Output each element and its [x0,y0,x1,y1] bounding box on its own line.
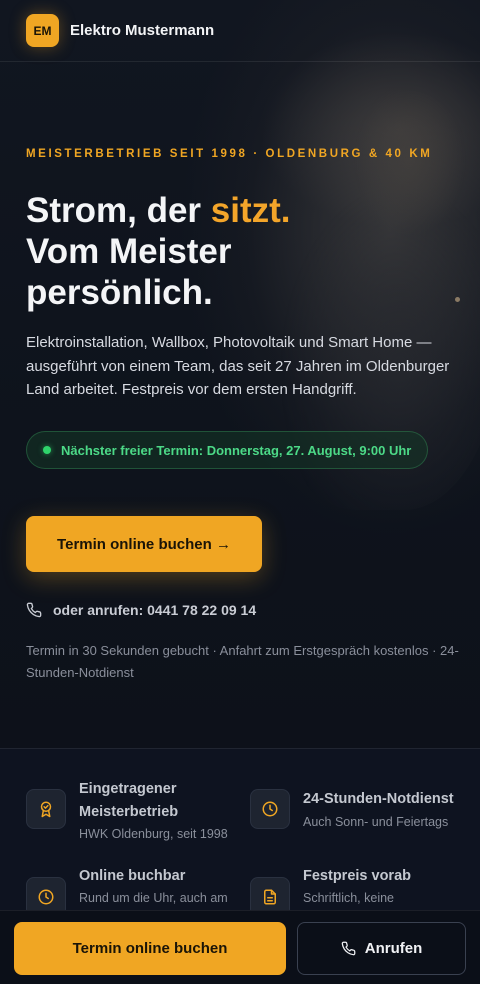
headline-accent: sitzt. [210,191,291,230]
feature-title: Online buchbar [79,868,186,884]
feature-subtitle: Auch Sonn- und Feiertags [303,815,449,829]
site-header: EM Elektro Mustermann [0,0,480,62]
headline-line3: persönlich. [26,273,213,312]
hero-eyebrow: MEISTERBETRIEB SEIT 1998 · OLDENBURG & 4… [26,148,433,160]
feature-icon-box [26,789,66,829]
feature-subtitle: Schriftlich, keine [303,891,395,905]
sticky-bottom-bar: Termin online buchen Anrufen [0,910,480,984]
clock-icon [262,801,278,817]
availability-badge: Nächster freier Termin: Donnerstag, 27. … [26,431,429,469]
feature-title: Festpreis vorab [303,868,411,884]
award-icon [40,801,52,818]
feature-icon-box [250,789,290,829]
brand-name[interactable]: Elektro Mustermann [70,22,214,39]
headline-part1: Strom, der [26,191,211,230]
book-appointment-button[interactable]: Termin online buchen → [26,516,262,572]
sticky-call-button[interactable]: Anrufen [297,922,466,975]
feature-subtitle: HWK Oldenburg, seit 1998 [79,827,228,841]
phone-icon [341,941,356,956]
headline-line2: Vom Meister [26,232,232,271]
call-label: Anrufen [364,940,423,957]
feature-subtitle: Rund um die Uhr, auch am [79,891,228,905]
clock-icon [38,889,54,905]
status-dot-icon [43,446,51,454]
feature-title: 24-Stunden-Notdienst [303,791,454,807]
sticky-book-button[interactable]: Termin online buchen [14,922,286,975]
availability-text: Nächster freier Termin: Donnerstag, 27. … [61,442,412,458]
feature-title: Eingetragener Meisterbetrieb [79,781,179,820]
phone-link[interactable]: oder anrufen: 0441 78 22 09 14 [26,600,256,620]
hero-lead: Elektroinstallation, Wallbox, Photovolta… [26,334,450,398]
hero-meta: Termin in 30 Sekunden gebucht · Anfahrt … [26,643,459,680]
brand-logo[interactable]: EM [26,14,59,47]
phone-label: oder anrufen: 0441 78 22 09 14 [53,602,257,618]
hero-headline: Strom, der sitzt. Vom Meister persönlich… [26,190,466,313]
phone-icon [26,602,42,618]
document-icon [264,889,276,905]
